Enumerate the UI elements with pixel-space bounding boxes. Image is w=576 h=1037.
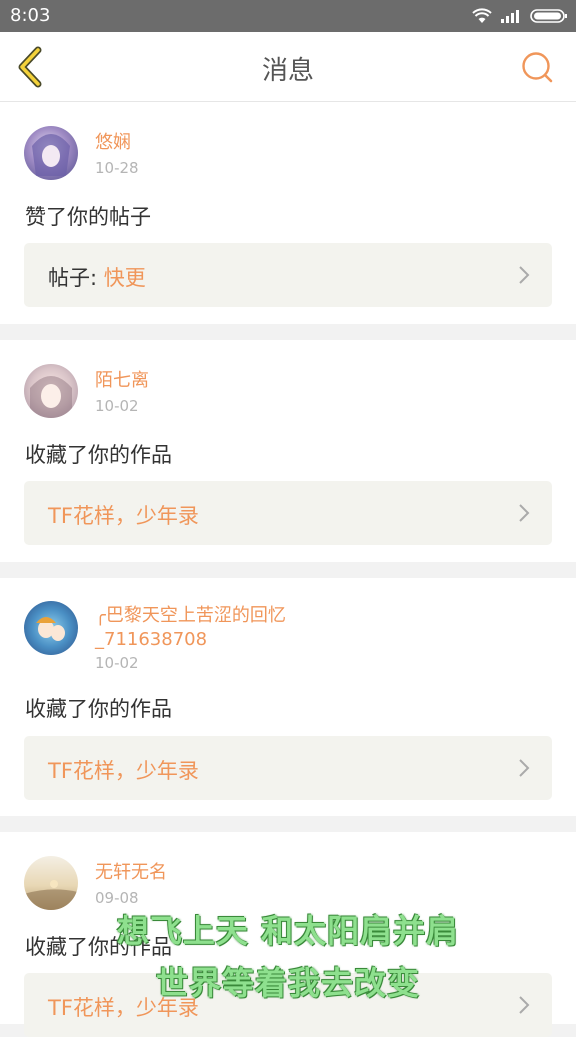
message-date: 10-28: [95, 159, 139, 177]
ref-text: 帖子: 快更: [48, 262, 146, 292]
ref-title: TF花样，少年录: [48, 996, 199, 1020]
action-text: 赞了你的帖子: [25, 205, 151, 229]
search-icon[interactable]: [520, 50, 554, 84]
chevron-right-icon: [519, 266, 530, 284]
message-date: 10-02: [95, 654, 139, 672]
message-date: 10-02: [95, 397, 139, 415]
user-name[interactable]: 陌七离: [95, 369, 149, 393]
status-bar: 8:03: [0, 0, 576, 32]
user-name[interactable]: ╭巴黎天空上苦涩的回忆_711638708: [95, 604, 315, 652]
list-item[interactable]: 无轩无名 09-08 收藏了你的作品 TF花样，少年录: [0, 832, 576, 1037]
ref-text: TF花样，少年录: [48, 992, 199, 1022]
user-name[interactable]: 悠娴: [95, 131, 131, 155]
chevron-right-icon: [519, 759, 530, 777]
user-name[interactable]: 无轩无名: [95, 861, 167, 885]
signal-icon: [501, 10, 519, 23]
list-item[interactable]: 陌七离 10-02 收藏了你的作品 TF花样，少年录: [0, 340, 576, 562]
list-item[interactable]: 悠娴 10-28 赞了你的帖子 帖子: 快更: [0, 102, 576, 324]
message-date: 09-08: [95, 889, 139, 907]
referenced-work[interactable]: TF花样，少年录: [24, 973, 552, 1037]
ref-title: TF花样，少年录: [48, 504, 199, 528]
ref-text: TF花样，少年录: [48, 755, 199, 785]
avatar-art: [24, 880, 78, 910]
action-text: 收藏了你的作品: [25, 443, 172, 467]
ref-text: TF花样，少年录: [48, 500, 199, 530]
ref-title: TF花样，少年录: [48, 759, 199, 783]
avatar[interactable]: [24, 601, 78, 655]
page-title: 消息: [261, 56, 314, 86]
wifi-icon: [472, 8, 492, 23]
avatar-art: [36, 617, 65, 641]
list-item[interactable]: ╭巴黎天空上苦涩的回忆_711638708 10-02 收藏了你的作品 TF花样…: [0, 578, 576, 816]
chevron-right-icon: [519, 996, 530, 1014]
referenced-post[interactable]: 帖子: 快更: [24, 243, 552, 307]
avatar[interactable]: [24, 364, 78, 418]
avatar[interactable]: [24, 856, 78, 910]
avatar[interactable]: [24, 126, 78, 180]
ref-prefix: 帖子:: [48, 266, 104, 290]
action-text: 收藏了你的作品: [25, 935, 172, 959]
avatar-art: [32, 134, 70, 176]
action-text: 收藏了你的作品: [25, 697, 172, 721]
status-time: 8:03: [10, 5, 51, 26]
ref-title: 快更: [103, 266, 146, 290]
avatar-art: [30, 376, 72, 418]
status-icons: [472, 6, 568, 26]
header: 消息: [0, 32, 576, 102]
referenced-work[interactable]: TF花样，少年录: [24, 736, 552, 800]
battery-icon: [530, 9, 567, 23]
chevron-right-icon: [519, 504, 530, 522]
referenced-work[interactable]: TF花样，少年录: [24, 481, 552, 545]
